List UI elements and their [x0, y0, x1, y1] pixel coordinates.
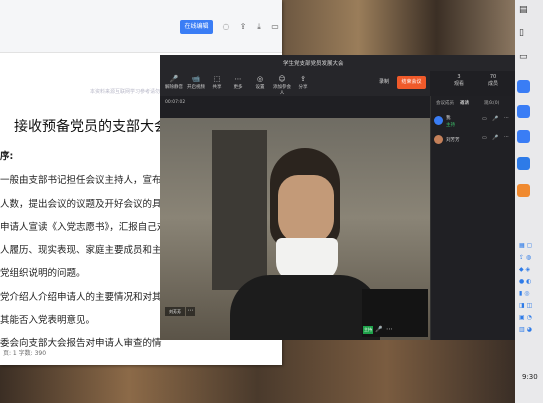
system-clock: 9:30 [522, 373, 538, 381]
start-video-label: 开启视频 [187, 85, 205, 90]
video-name-tag: 刘芳芳 [165, 307, 185, 316]
window-icon[interactable]: ▭ [519, 52, 528, 62]
more-icon[interactable]: ⋯ [504, 115, 509, 121]
participant-name: 刘芳芳 [446, 138, 460, 143]
tab-members[interactable]: 会议成员 [436, 100, 454, 106]
download-icon[interactable]: ⤓ [254, 22, 264, 32]
video-person-body [230, 275, 380, 340]
comment-icon[interactable]: ◌ [221, 22, 231, 32]
share-icon: ⇪ [300, 75, 306, 83]
video-person-face [278, 175, 334, 245]
record-button[interactable]: 录制 [374, 76, 394, 89]
participant-name: 我 [446, 116, 451, 121]
share-icon[interactable]: ⇪ [238, 22, 248, 32]
invite-share-label: 分享 [298, 85, 308, 90]
doc-line: 党组织说明的问题。 [0, 268, 86, 279]
settings-label: 设置 [255, 85, 265, 90]
meeting-title: 学生党支部党员发展大会 [283, 61, 344, 67]
participant-row[interactable]: 刘芳芳 ▭ 🎤 ⋯ [432, 131, 514, 151]
doc-line: 人履历、现实表现、家庭主要成员和主要社 [0, 245, 181, 256]
print-icon[interactable]: ▭ [270, 22, 280, 32]
app-icon[interactable] [517, 157, 530, 170]
app-icon[interactable] [517, 184, 530, 197]
document-watermark: 本资料来源互联网学习参考请勿商用 [90, 89, 171, 95]
self-mic-icon[interactable]: 🎤 [375, 326, 382, 333]
share-screen-label: 共享 [212, 85, 222, 90]
add-participant-label: 添加参会人 [273, 85, 291, 96]
video-background-shelf [212, 130, 267, 290]
tab-audience[interactable]: 观众(0) [484, 100, 499, 106]
tab-invite[interactable]: 邀请 [460, 100, 469, 106]
add-participant-button[interactable]: ☺ 添加参会人 [271, 74, 293, 96]
more-icon[interactable]: ⋯ [504, 134, 509, 140]
member-count-label: 成员 [487, 81, 498, 87]
doc-line: 序: [0, 151, 14, 162]
more-icon: ⋯ [234, 75, 242, 83]
more-label: 更多 [233, 85, 243, 90]
meeting-timer: 00:07:02 [165, 100, 186, 105]
status-text: 页: 1 字数: 390 [3, 350, 47, 357]
viewer-count[interactable]: 3 观看 [452, 74, 466, 87]
member-count[interactable]: 70 成员 [486, 74, 500, 87]
unmute-button[interactable]: 🎤 解除静音 [163, 74, 185, 90]
screen-share-icon: ⬚ [213, 75, 221, 83]
avatar [434, 135, 443, 144]
more-button[interactable]: ⋯ 更多 [227, 74, 249, 90]
settings-button[interactable]: ◎ 设置 [249, 74, 271, 90]
member-count-value: 70 [489, 74, 497, 80]
participant-row[interactable]: 我 主持 ▭ 🎤 ⋯ [432, 112, 514, 132]
start-video-button[interactable]: 📹 开启视频 [185, 74, 207, 90]
viewer-count-value: 3 [457, 74, 461, 80]
unmute-label: 解除静音 [165, 85, 183, 90]
video-more-icon[interactable]: ⋯ [186, 307, 195, 316]
microphone-icon[interactable]: 🎤 [492, 116, 498, 122]
avatar [434, 116, 443, 125]
camera-icon: 📹 [191, 75, 201, 83]
self-host-tag: 主持 [363, 326, 373, 334]
doc-line: 其能否入党表明意见。 [0, 315, 96, 326]
gear-icon: ◎ [256, 75, 264, 83]
self-more-icon[interactable]: ⋯ [386, 325, 393, 333]
window-icon[interactable]: ▤ [519, 5, 528, 15]
invite-share-button[interactable]: ⇪ 分享 [292, 74, 314, 90]
tray-icons[interactable]: ▦ ▢ ⇪ ◍ ◆ ◈ ● ◐ ▮ ◎ ◨ ◫ ▣ ◔ ▥ ◕ [519, 240, 539, 335]
app-icon[interactable] [517, 80, 530, 93]
doc-line: 一般由支部书记担任会议主持人，宣布开 [0, 175, 172, 186]
window-icon[interactable]: ▯ [519, 28, 524, 38]
online-edit-button[interactable]: 在线编辑 [180, 20, 213, 34]
microphone-icon: 🎤 [169, 75, 179, 83]
end-meeting-button[interactable]: 结束会议 [397, 76, 426, 89]
app-icon[interactable] [517, 130, 530, 143]
doc-line: 人数，提出会议的议题及开好会议的具体 [0, 199, 172, 210]
participant-role: 主持 [446, 123, 455, 128]
doc-line: 党介绍人介绍申请人的主要情况和对其 [0, 292, 162, 303]
document-title: 接收预备党员的支部大会 [14, 119, 168, 135]
camera-icon[interactable]: ▭ [482, 116, 487, 122]
add-user-icon: ☺ [278, 75, 286, 83]
app-icon[interactable] [517, 105, 530, 118]
share-screen-button[interactable]: ⬚ 共享 [206, 74, 228, 90]
microphone-icon[interactable]: 🎤 [492, 135, 498, 141]
doc-line: 申请人宣读《入党志愿书》，汇报自己对 [0, 222, 167, 233]
document-status-bar: 页: 1 字数: 390 [0, 345, 160, 359]
background-photo-top [280, 0, 515, 55]
camera-icon[interactable]: ▭ [482, 135, 487, 141]
viewer-count-label: 观看 [453, 81, 464, 87]
